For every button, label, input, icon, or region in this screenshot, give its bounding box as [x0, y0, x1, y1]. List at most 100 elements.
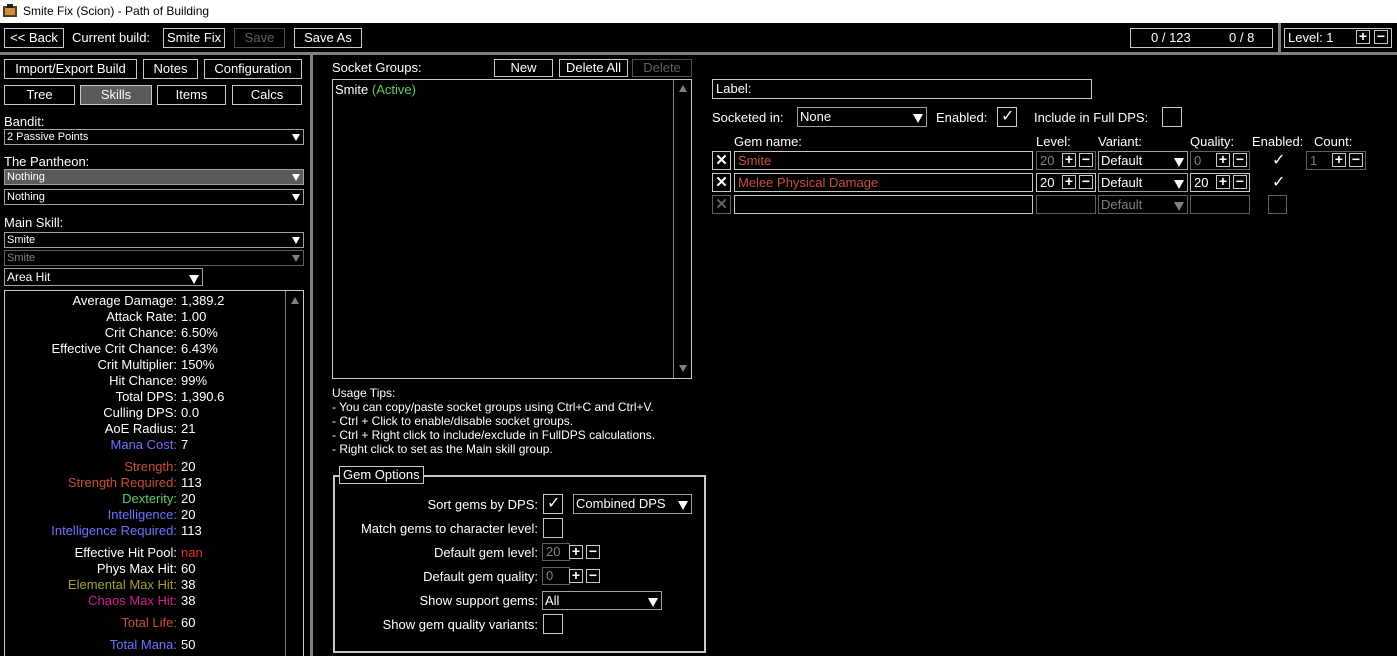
- gem-name-field[interactable]: Melee Physical Damage: [734, 173, 1033, 192]
- back-button[interactable]: << Back: [4, 28, 64, 48]
- delete-all-button[interactable]: Delete All: [559, 59, 628, 77]
- bandit-select[interactable]: 2 Passive Points: [4, 129, 304, 145]
- enabled-header: Enabled:: [1252, 134, 1304, 149]
- default-quality-increase[interactable]: +: [569, 568, 583, 583]
- gem-count-decrease[interactable]: −: [1349, 152, 1363, 167]
- default-level-decrease[interactable]: −: [586, 544, 600, 559]
- stat-label: Intelligence:: [107, 507, 177, 522]
- stat-row: Mana Cost: 7: [5, 437, 285, 453]
- label-field[interactable]: Label:: [712, 79, 1092, 99]
- skill-mode-value: Area Hit: [7, 270, 51, 284]
- default-quality-decrease[interactable]: −: [586, 568, 600, 583]
- show-variants-checkbox[interactable]: [543, 614, 563, 634]
- include-full-dps-checkbox[interactable]: [1162, 107, 1182, 127]
- socket-groups-label: Socket Groups:: [332, 60, 422, 75]
- chevron-down-icon: [292, 255, 300, 262]
- socket-group-scrollbar[interactable]: [673, 80, 691, 378]
- stat-value: 1,390.6: [181, 389, 225, 404]
- gem-level-increase[interactable]: +: [1062, 174, 1076, 189]
- sort-mode-value: Combined DPS: [576, 496, 666, 511]
- gem-variant-select[interactable]: Default: [1098, 151, 1188, 170]
- chevron-down-icon: [292, 134, 300, 141]
- configuration-button[interactable]: Configuration: [204, 59, 302, 79]
- match-level-checkbox[interactable]: [543, 518, 563, 538]
- gem-enabled-checkbox[interactable]: ✓: [1268, 173, 1287, 192]
- stat-value: 6.50%: [181, 325, 218, 340]
- stat-value: 1.00: [181, 309, 207, 324]
- remove-gem-button[interactable]: ✕: [712, 195, 731, 214]
- list-item[interactable]: Smite (Active): [335, 82, 416, 97]
- stats-scrollbar[interactable]: [285, 291, 304, 656]
- default-level-field[interactable]: 20: [542, 543, 570, 561]
- delete-button[interactable]: Delete: [632, 59, 692, 77]
- stat-row: Chaos Max Hit: 38: [5, 593, 285, 609]
- tab-calcs[interactable]: Calcs: [232, 85, 302, 105]
- gem-quality-increase[interactable]: +: [1216, 174, 1230, 189]
- include-full-dps-label: Include in Full DPS:: [1034, 110, 1149, 125]
- chevron-down-icon: [292, 194, 300, 201]
- group-enabled-checkbox[interactable]: ✓: [997, 107, 1017, 127]
- socket-group-list[interactable]: Smite (Active): [332, 79, 692, 379]
- scroll-up-icon: [679, 85, 687, 92]
- default-quality-field[interactable]: 0: [542, 567, 570, 585]
- notes-button[interactable]: Notes: [143, 59, 198, 79]
- new-gem-enabled-checkbox[interactable]: [1268, 195, 1287, 214]
- level-decrease-button[interactable]: −: [1374, 29, 1388, 44]
- variant-header: Variant:: [1098, 134, 1142, 149]
- stat-row: Effective Hit Pool: nan: [5, 545, 285, 561]
- save-as-button[interactable]: Save As: [294, 28, 362, 48]
- new-gem-level-field[interactable]: [1036, 195, 1096, 214]
- gem-options-title: Gem Options: [339, 466, 424, 484]
- new-socket-group-button[interactable]: New: [494, 59, 553, 77]
- tab-items[interactable]: Items: [157, 85, 226, 105]
- main-skill-select[interactable]: Smite: [4, 232, 304, 248]
- sort-mode-select[interactable]: Combined DPS: [573, 494, 692, 514]
- remove-gem-button[interactable]: ✕: [712, 173, 731, 192]
- gem-level-decrease[interactable]: −: [1079, 174, 1093, 189]
- points-readout: 0 / 123 0 / 8: [1130, 28, 1273, 48]
- chevron-down-icon: [292, 237, 300, 244]
- build-name-field[interactable]: Smite Fix: [163, 28, 225, 48]
- new-gem-variant-select[interactable]: Default: [1098, 195, 1188, 214]
- stat-label: Total DPS:: [115, 389, 177, 404]
- show-support-select[interactable]: All: [542, 591, 662, 610]
- stat-row: Hit Chance: 99%: [5, 373, 285, 389]
- gem-quality-decrease[interactable]: −: [1233, 152, 1247, 167]
- gem-enabled-checkbox[interactable]: ✓: [1268, 151, 1287, 170]
- skill-mode-select[interactable]: Area Hit: [4, 268, 203, 286]
- gem-name-field[interactable]: Smite: [734, 151, 1033, 170]
- chevron-down-icon: [648, 598, 658, 607]
- stat-label: Effective Crit Chance:: [51, 341, 177, 356]
- gem-level-decrease[interactable]: −: [1079, 152, 1093, 167]
- stat-row: Effective Crit Chance: 6.43%: [5, 341, 285, 357]
- gem-quality-increase[interactable]: +: [1216, 152, 1230, 167]
- stat-value: 7: [181, 437, 189, 452]
- level-increase-button[interactable]: +: [1356, 29, 1370, 44]
- usage-tip: - You can copy/paste socket groups using…: [332, 400, 654, 414]
- save-button[interactable]: Save: [234, 28, 285, 48]
- import-export-button[interactable]: Import/Export Build: [4, 59, 137, 79]
- tab-skills[interactable]: Skills: [80, 85, 152, 105]
- gem-count-increase[interactable]: +: [1332, 152, 1346, 167]
- pantheon-major-select[interactable]: Nothing: [4, 169, 304, 185]
- stat-label: Attack Rate:: [106, 309, 177, 324]
- gem-level-increase[interactable]: +: [1062, 152, 1076, 167]
- app-icon: [3, 4, 17, 17]
- socketed-in-select[interactable]: None: [797, 107, 927, 127]
- gem-quality-decrease[interactable]: −: [1233, 174, 1247, 189]
- stats-panel[interactable]: Average Damage: 1,389.2 Attack Rate: 1.00 Cr…: [4, 290, 304, 656]
- close-icon: ✕: [715, 174, 728, 191]
- tab-tree[interactable]: Tree: [4, 85, 75, 105]
- stat-value: 0.0: [181, 405, 200, 420]
- main-skill-part-select[interactable]: Smite: [4, 250, 304, 266]
- sort-gems-checkbox[interactable]: ✓: [543, 494, 563, 514]
- check-icon: ✓: [1001, 108, 1015, 125]
- scroll-down-icon: [679, 365, 687, 372]
- pantheon-minor-select[interactable]: Nothing: [4, 189, 304, 205]
- new-gem-name-field[interactable]: [734, 195, 1033, 214]
- default-level-increase[interactable]: +: [569, 544, 583, 559]
- new-gem-quality-field[interactable]: [1190, 195, 1250, 214]
- remove-gem-button[interactable]: ✕: [712, 151, 731, 170]
- stat-row: Phys Max Hit: 60: [5, 561, 285, 577]
- gem-variant-select[interactable]: Default: [1098, 173, 1188, 192]
